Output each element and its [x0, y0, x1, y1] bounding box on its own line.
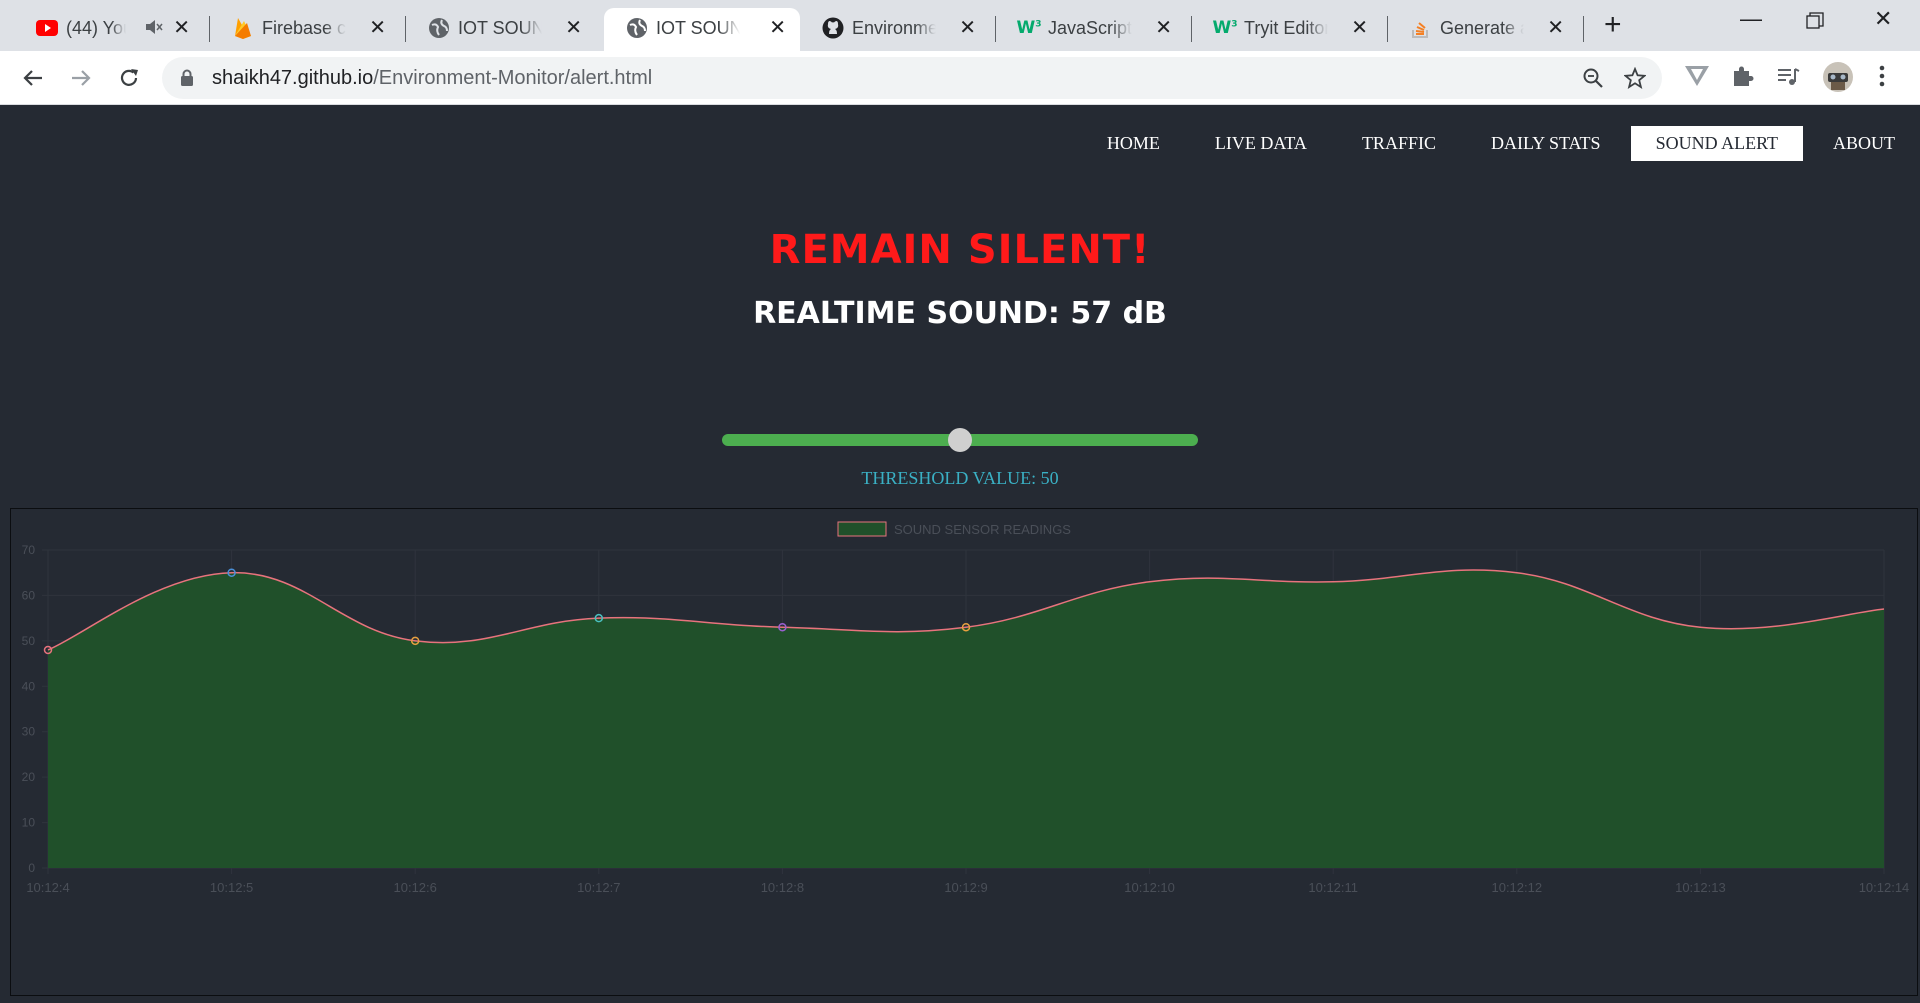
x-tick-label: 10:12:7	[577, 880, 620, 895]
x-tick-label: 10:12:10	[1124, 880, 1175, 895]
x-tick-label: 10:12:13	[1675, 880, 1726, 895]
globe-icon	[428, 17, 450, 39]
tab-stackoverflow[interactable]: Generate a Random ✕	[1388, 8, 1578, 51]
globe-icon	[626, 17, 648, 39]
tab-iot-sound-1[interactable]: IOT SOUND ✕	[406, 8, 596, 51]
tab-title: Firebase console	[262, 18, 346, 38]
forward-icon[interactable]	[66, 63, 96, 93]
back-icon[interactable]	[18, 63, 48, 93]
w3schools-icon: W3	[1212, 18, 1238, 38]
x-tick-label: 10:12:9	[944, 880, 987, 895]
threshold-label: THRESHOLD VALUE: 50	[861, 468, 1059, 488]
speaker-muted-icon[interactable]	[144, 17, 164, 42]
tab-iot-sound-active[interactable]: IOT SOUND ✕	[604, 8, 800, 51]
x-tick-label: 10:12:12	[1491, 880, 1542, 895]
y-tick-label: 50	[22, 634, 36, 648]
tab-title: (44) YouTube	[66, 18, 126, 38]
profile-avatar[interactable]	[1822, 61, 1854, 98]
close-tab-icon[interactable]: ✕	[959, 16, 976, 40]
x-tick-label: 10:12:4	[26, 880, 69, 895]
tab-github[interactable]: Environment-Monitor ✕	[800, 8, 990, 51]
close-tab-icon[interactable]: ✕	[565, 16, 582, 40]
y-tick-label: 70	[22, 543, 36, 557]
close-window-icon[interactable]: ✕	[1874, 6, 1892, 32]
firebase-icon	[232, 17, 254, 39]
zoom-out-icon[interactable]	[1582, 67, 1604, 94]
tab-tryit-editor[interactable]: W3 Tryit Editor v3.6 ✕	[1192, 8, 1382, 51]
nav-traffic[interactable]: TRAFFIC	[1337, 126, 1461, 161]
x-tick-label: 10:12:11	[1308, 880, 1358, 895]
close-tab-icon[interactable]: ✕	[173, 16, 190, 40]
vpn-extension-icon[interactable]	[1684, 64, 1710, 93]
close-tab-icon[interactable]: ✕	[369, 16, 386, 40]
sound-chart: 0 10 20 30 40 50 60 70 10:12:4 10:12:5 10:12:6 10:1…	[10, 508, 1918, 996]
y-tick-label: 60	[22, 588, 36, 602]
realtime-sound-readout: REALTIME SOUND: 57 dB	[753, 296, 1167, 331]
y-tick-label: 10	[22, 816, 36, 830]
alert-message: REMAIN SILENT!	[769, 227, 1151, 273]
tab-javascript-random[interactable]: W3 JavaScript Random ✕	[996, 8, 1186, 51]
tab-title: Environment-Monitor	[852, 18, 936, 38]
nav-about[interactable]: ABOUT	[1808, 126, 1920, 161]
minimize-icon[interactable]: —	[1740, 6, 1762, 32]
x-tick-label: 10:12:8	[761, 880, 804, 895]
y-tick-label: 20	[22, 770, 36, 784]
page-content: HOME LIVE DATA TRAFFIC DAILY STATS SOUND…	[0, 106, 1920, 1003]
new-tab-button[interactable]: +	[1604, 10, 1622, 40]
close-tab-icon[interactable]: ✕	[1351, 16, 1368, 40]
close-tab-icon[interactable]: ✕	[1155, 16, 1172, 40]
legend-swatch	[837, 521, 887, 537]
main-nav: HOME LIVE DATA TRAFFIC DAILY STATS SOUND…	[1077, 126, 1920, 161]
y-tick-label: 30	[22, 725, 36, 739]
close-tab-icon[interactable]: ✕	[769, 16, 786, 40]
restore-icon[interactable]	[1806, 10, 1824, 36]
y-tick-label: 40	[22, 679, 36, 693]
legend-label: SOUND SENSOR READINGS	[894, 522, 1071, 537]
threshold-slider[interactable]	[722, 428, 1198, 452]
chrome-menu-icon[interactable]	[1878, 64, 1886, 93]
x-tick-label: 10:12:14	[1859, 880, 1910, 895]
slider-thumb[interactable]	[948, 428, 972, 452]
tab-title: IOT SOUND	[656, 18, 740, 38]
url-text: shaikh47.github.io/Environment-Monitor/a…	[212, 67, 652, 90]
tab-firebase[interactable]: Firebase console ✕	[210, 8, 400, 51]
tab-title: JavaScript Random	[1048, 18, 1132, 38]
w3schools-icon: W3	[1016, 18, 1042, 38]
lock-icon[interactable]	[180, 69, 194, 92]
x-tick-label: 10:12:6	[394, 880, 437, 895]
browser-toolbar: shaikh47.github.io/Environment-Monitor/a…	[0, 51, 1920, 105]
nav-live-data[interactable]: LIVE DATA	[1190, 126, 1332, 161]
sound-chart-svg: 0 10 20 30 40 50 60 70 10:12:4 10:12:5 10:12:6 10:1…	[22, 521, 1910, 895]
close-tab-icon[interactable]: ✕	[1547, 16, 1564, 40]
media-queue-icon[interactable]	[1776, 64, 1800, 93]
browser-tab-strip: (44) YouTube ✕ Firebase console ✕ IOT SO…	[0, 0, 1920, 51]
url-domain: shaikh47.github.io	[212, 67, 374, 89]
github-icon	[822, 17, 844, 39]
stackoverflow-icon	[1410, 17, 1432, 39]
nav-home[interactable]: HOME	[1082, 126, 1185, 161]
tab-youtube[interactable]: (44) YouTube ✕	[14, 8, 204, 51]
address-bar[interactable]: shaikh47.github.io/Environment-Monitor/a…	[162, 57, 1662, 99]
youtube-icon	[36, 17, 58, 39]
tab-title: IOT SOUND	[458, 18, 542, 38]
extensions-puzzle-icon[interactable]	[1730, 64, 1754, 93]
tab-title: Generate a Random	[1440, 18, 1524, 38]
bookmark-star-icon[interactable]	[1623, 66, 1647, 94]
url-path: /Environment-Monitor/alert.html	[373, 67, 653, 89]
nav-daily-stats[interactable]: DAILY STATS	[1466, 126, 1626, 161]
x-tick-label: 10:12:5	[210, 880, 253, 895]
tab-separator	[1583, 16, 1584, 42]
reload-icon[interactable]	[114, 63, 144, 93]
y-tick-label: 0	[28, 861, 35, 875]
nav-sound-alert[interactable]: SOUND ALERT	[1630, 126, 1803, 161]
tab-title: Tryit Editor v3.6	[1244, 18, 1328, 38]
